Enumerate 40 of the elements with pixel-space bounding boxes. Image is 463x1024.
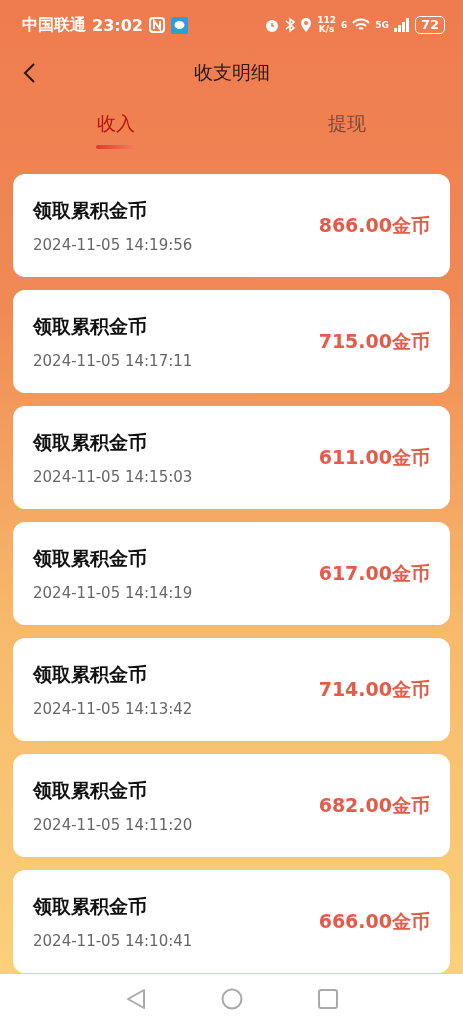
speed-unit: K/s bbox=[318, 25, 335, 34]
record-amount: 682.00金币 bbox=[318, 792, 430, 818]
network-type: 5G bbox=[375, 20, 389, 30]
record-time: 2024-11-05 14:15:03 bbox=[33, 467, 193, 486]
record-time: 2024-11-05 14:14:19 bbox=[33, 583, 193, 602]
record-title: 领取累积金币 bbox=[33, 661, 148, 687]
record-title: 领取累积金币 bbox=[33, 893, 148, 919]
record-amount: 714.00金币 bbox=[318, 676, 430, 702]
record-title: 领取累积金币 bbox=[33, 313, 148, 339]
battery-level: 72 bbox=[414, 16, 445, 34]
page-title: 收支明细 bbox=[193, 60, 270, 85]
record-amount: 866.00金币 bbox=[318, 212, 430, 238]
chat-app-icon bbox=[170, 16, 188, 34]
bluetooth-icon bbox=[285, 17, 296, 33]
record-amount: 666.00金币 bbox=[318, 908, 430, 934]
clock: 23:02 bbox=[92, 15, 143, 35]
carrier-name: 中国联通 bbox=[22, 14, 86, 36]
record-title: 领取累积金币 bbox=[33, 545, 148, 571]
nfc-icon bbox=[148, 17, 165, 33]
location-icon bbox=[300, 17, 313, 33]
recents-icon[interactable] bbox=[317, 989, 338, 1009]
record-time: 2024-11-05 14:19:56 bbox=[33, 235, 193, 254]
wifi-icon bbox=[352, 18, 371, 32]
record-time: 2024-11-05 14:11:20 bbox=[33, 815, 193, 834]
record-title: 领取累积金币 bbox=[33, 197, 148, 223]
back-icon[interactable] bbox=[22, 62, 36, 84]
home-icon[interactable] bbox=[220, 988, 243, 1010]
record-amount: 617.00金币 bbox=[318, 560, 430, 586]
speed-value: 112 bbox=[317, 16, 336, 25]
record-title: 领取累积金币 bbox=[33, 429, 148, 455]
signal-icon bbox=[393, 18, 410, 32]
tab[interactable]: 收入 bbox=[0, 96, 232, 164]
record-time: 2024-11-05 14:17:11 bbox=[33, 351, 193, 370]
tab[interactable]: 提现 bbox=[231, 96, 463, 164]
record-time: 2024-11-05 14:10:41 bbox=[33, 931, 193, 950]
record-amount: 715.00金币 bbox=[318, 328, 430, 354]
wifi-label: 6 bbox=[341, 20, 348, 30]
record-time: 2024-11-05 14:13:42 bbox=[33, 699, 193, 718]
record-amount: 611.00金币 bbox=[318, 444, 430, 470]
record-title: 领取累积金币 bbox=[33, 777, 148, 803]
